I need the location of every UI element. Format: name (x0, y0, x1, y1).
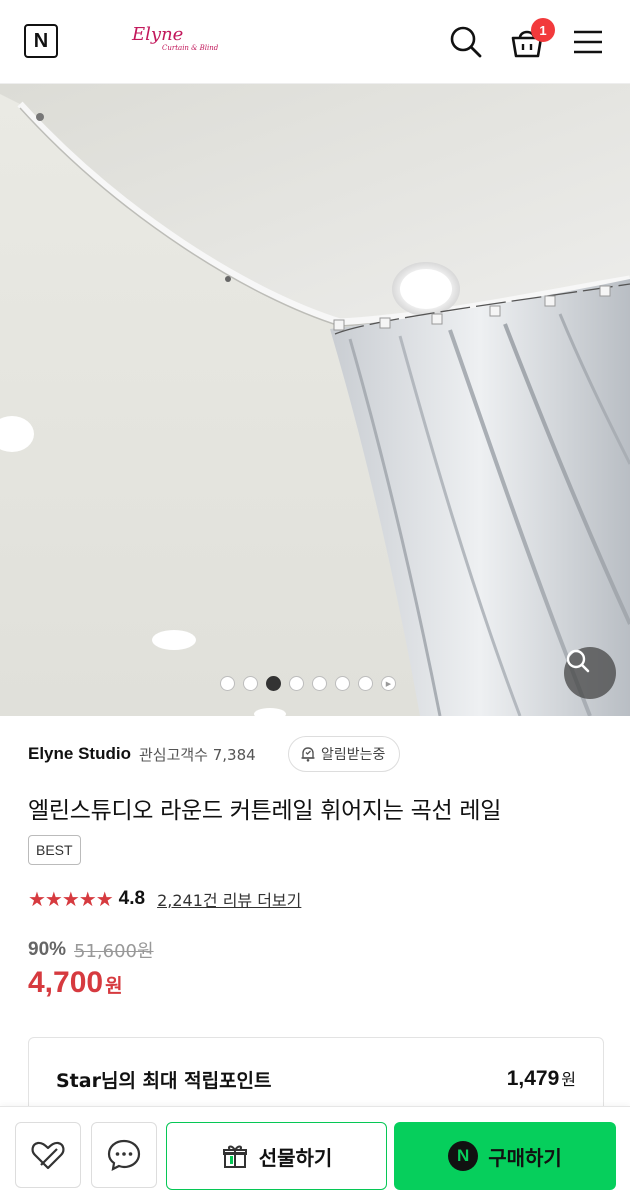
star-rating-icon: ★★★★★ (28, 887, 114, 911)
alarm-label: 알림받는중 (321, 747, 386, 763)
buy-button[interactable]: N 구매하기 (394, 1122, 616, 1190)
bottom-action-bar: 선물하기 N 구매하기 (0, 1106, 630, 1200)
brand-logo-text: Elyne (132, 24, 184, 45)
gallery-dot[interactable] (266, 676, 281, 691)
wishlist-button[interactable] (15, 1122, 81, 1188)
points-amount: 1,479 (506, 1067, 560, 1090)
rating-row: ★★★★★ 4.8 2,241건 리뷰 더보기 (28, 886, 301, 912)
points-label: Star님의 최대 적립포인트 (56, 1070, 272, 1092)
product-title: 엘린스튜디오 라운드 커튼레일 휘어지는 곡선 레일 (28, 798, 502, 824)
chat-bubble-icon (107, 1139, 141, 1171)
gallery-video-dot[interactable]: ▶ (381, 676, 396, 691)
notification-subscribe-button[interactable]: 알림받는중 (288, 736, 401, 772)
rating-value: 4.8 (118, 888, 146, 909)
gallery-dot[interactable] (243, 676, 258, 691)
sale-price-row: 4,700 원 (28, 966, 123, 1006)
discount-rate: 90% (28, 939, 67, 960)
talk-button[interactable] (91, 1122, 157, 1188)
original-price: 51,600원 (74, 941, 154, 962)
follower-count: 관심고객수 7,384 (138, 745, 256, 764)
product-photo (0, 84, 630, 716)
naver-pay-icon: N (448, 1141, 479, 1171)
gallery-dot[interactable] (335, 676, 350, 691)
best-badge: BEST (28, 835, 81, 865)
cart-icon[interactable]: 1 (507, 18, 555, 62)
store-info: Elyne Studio 관심고객수 7,384 (28, 736, 256, 772)
gallery-dot[interactable] (289, 676, 304, 691)
sale-price: 4,700 (28, 966, 104, 999)
buy-label: 구매하기 (488, 1145, 562, 1170)
gift-icon (222, 1145, 247, 1168)
product-image-gallery[interactable]: ▶ (0, 84, 630, 716)
gallery-dot[interactable] (220, 676, 235, 691)
review-more-link[interactable]: 2,241건 리뷰 더보기 (157, 887, 301, 911)
heart-icon (31, 1141, 65, 1170)
gallery-dot[interactable] (358, 676, 373, 691)
magnifier-icon (566, 649, 590, 673)
brand-logo-subtext: Curtain & Blind (162, 44, 219, 52)
brand-logo[interactable]: Elyne Curtain & Blind (132, 26, 218, 53)
cart-count-badge: 1 (531, 18, 555, 42)
top-header: N Elyne Curtain & Blind 1 (0, 0, 630, 84)
gallery-pagination: ▶ (220, 676, 396, 691)
bell-icon (301, 747, 315, 762)
menu-icon[interactable] (568, 22, 608, 62)
gift-button[interactable]: 선물하기 (166, 1122, 387, 1190)
points-unit: 원 (561, 1070, 576, 1089)
naver-home-icon[interactable]: N (24, 24, 58, 58)
store-name[interactable]: Elyne Studio (28, 744, 131, 764)
points-value: 1,479 원 (507, 1066, 576, 1091)
discount-row: 90% 51,600원 (28, 937, 154, 963)
search-icon[interactable] (446, 22, 486, 62)
sale-price-unit: 원 (105, 975, 123, 997)
gallery-dot[interactable] (312, 676, 327, 691)
zoom-button[interactable] (564, 647, 616, 699)
gift-label: 선물하기 (258, 1145, 333, 1170)
